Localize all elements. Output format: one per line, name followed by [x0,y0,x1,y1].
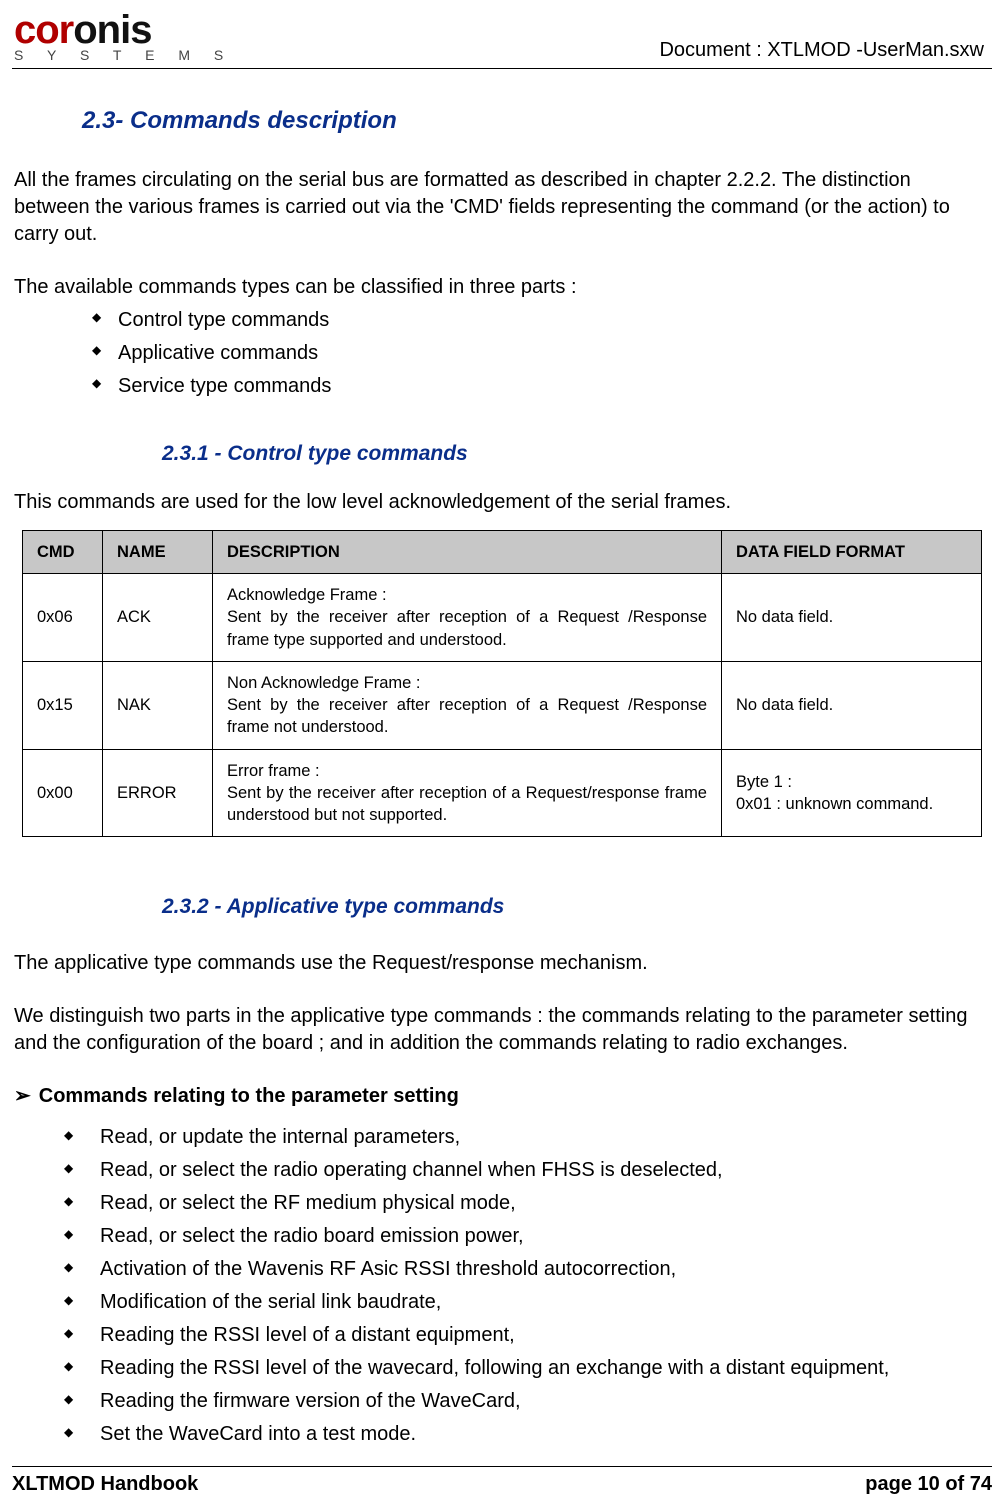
cell-cmd: 0x15 [23,661,103,749]
table-row: 0x00 ERROR Error frame :Sent by the rece… [23,749,982,837]
logo-wordmark: coronis [14,10,233,50]
footer-left: XLTMOD Handbook [12,1473,198,1496]
col-header-desc: DESCRIPTION [213,530,722,573]
col-header-name: NAME [103,530,213,573]
page-footer: XLTMOD Handbook page 10 of 74 [12,1466,992,1496]
cell-desc: Acknowledge Frame :Sent by the receiver … [213,574,722,662]
list-item: Read, or update the internal parameters, [64,1124,990,1151]
list-item: Control type commands [92,307,990,334]
list-item: Read, or select the radio operating chan… [64,1157,990,1184]
cell-cmd: 0x06 [23,574,103,662]
cell-desc: Non Acknowledge Frame :Sent by the recei… [213,661,722,749]
cell-name: ACK [103,574,213,662]
table-row: 0x06 ACK Acknowledge Frame :Sent by the … [23,574,982,662]
cell-desc: Error frame :Sent by the receiver after … [213,749,722,837]
list-item: Read, or select the RF medium physical m… [64,1190,990,1217]
footer-right: page 10 of 74 [865,1473,992,1496]
list-item: Modification of the serial link baudrate… [64,1289,990,1316]
section-2-3-2-p1: The applicative type commands use the Re… [14,950,990,977]
list-item: Activation of the Wavenis RF Asic RSSI t… [64,1256,990,1283]
list-item: Read, or select the radio board emission… [64,1223,990,1250]
section-2-3-intro-2: The available commands types can be clas… [14,274,990,301]
logo-text-black: onis [73,8,151,52]
cell-data: No data field. [722,661,982,749]
param-setting-heading-text: Commands relating to the parameter setti… [39,1085,459,1107]
logo: coronis S Y S T E M S [14,10,233,62]
control-commands-table: CMD NAME DESCRIPTION DATA FIELD FORMAT 0… [22,530,982,838]
page-container: coronis S Y S T E M S Document : XTLMOD … [0,0,1004,1510]
footer-row: XLTMOD Handbook page 10 of 74 [12,1473,992,1496]
logo-subtitle: S Y S T E M S [14,48,233,62]
cell-cmd: 0x00 [23,749,103,837]
logo-text-red: cor [14,8,73,52]
section-2-3-title: 2.3- Commands description [82,105,990,137]
arrow-right-icon: ➢ [14,1085,31,1107]
page-header: coronis S Y S T E M S Document : XTLMOD … [12,10,992,68]
document-label: Document : XTLMOD -UserMan.sxw [659,39,990,62]
list-item: Reading the RSSI level of a distant equi… [64,1322,990,1349]
list-item: Set the WaveCard into a test mode. [64,1421,990,1448]
list-item: Service type commands [92,373,990,400]
section-2-3-2-title: 2.3.2 - Applicative type commands [162,893,990,921]
page-content: 2.3- Commands description All the frames… [12,69,992,1448]
list-item: Reading the firmware version of the Wave… [64,1388,990,1415]
list-item: Reading the RSSI level of the wavecard, … [64,1355,990,1382]
cell-data: No data field. [722,574,982,662]
col-header-data: DATA FIELD FORMAT [722,530,982,573]
footer-rule [12,1466,992,1467]
list-item: Applicative commands [92,340,990,367]
cell-name: NAK [103,661,213,749]
param-setting-heading: ➢ Commands relating to the parameter sett… [14,1083,990,1110]
cell-data: Byte 1 :0x01 : unknown command. [722,749,982,837]
table-row: 0x15 NAK Non Acknowledge Frame :Sent by … [23,661,982,749]
section-2-3-1-intro: This commands are used for the low level… [14,489,990,516]
col-header-cmd: CMD [23,530,103,573]
table-header-row: CMD NAME DESCRIPTION DATA FIELD FORMAT [23,530,982,573]
section-2-3-1-title: 2.3.1 - Control type commands [162,440,990,468]
section-2-3-intro-1: All the frames circulating on the serial… [14,167,990,248]
command-types-list: Control type commands Applicative comman… [92,307,990,400]
section-2-3-2-p2: We distinguish two parts in the applicat… [14,1003,990,1057]
param-setting-list: Read, or update the internal parameters,… [64,1124,990,1448]
cell-name: ERROR [103,749,213,837]
